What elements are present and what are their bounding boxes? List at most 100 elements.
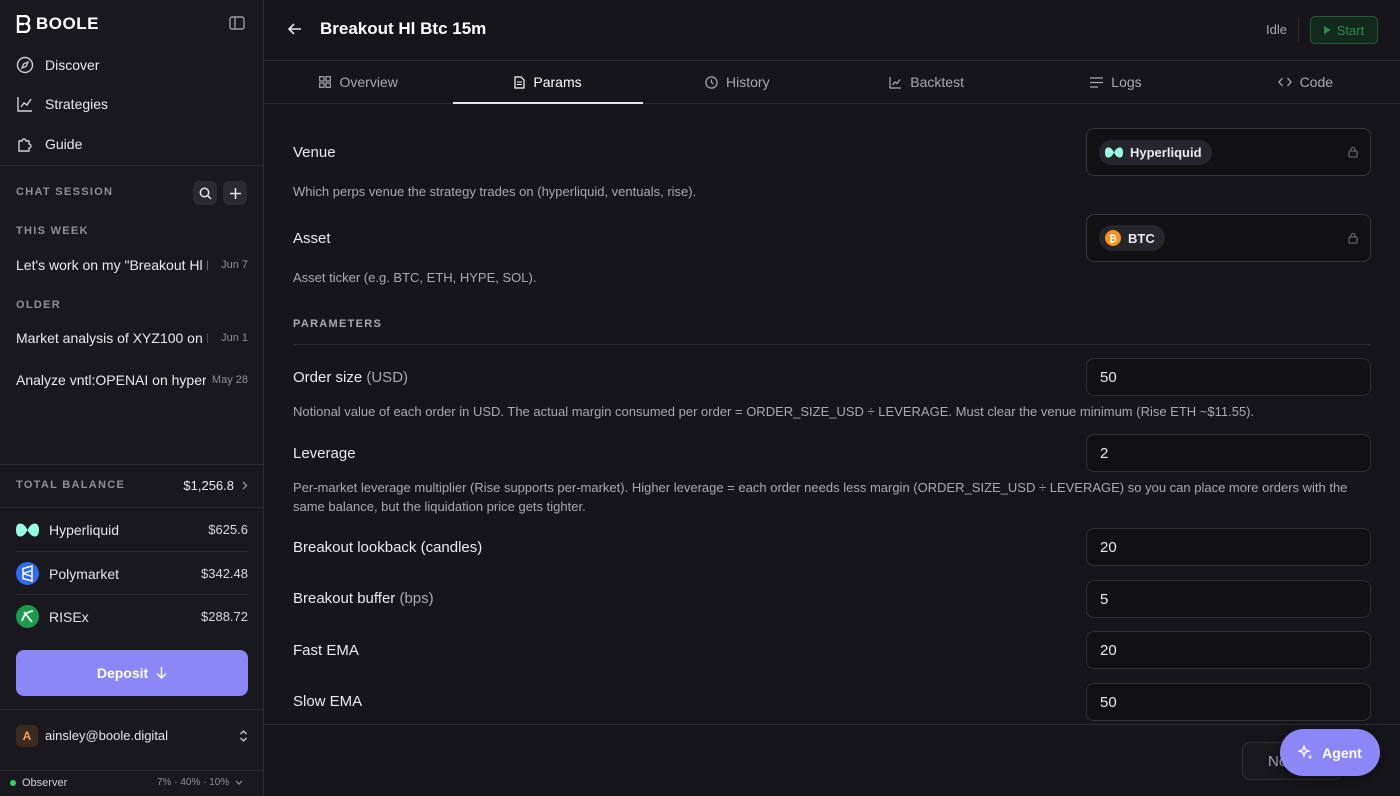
nav-guide-label: Guide [45, 136, 83, 152]
lines-icon [1090, 76, 1104, 88]
agent-label: Agent [1322, 744, 1362, 761]
fast-ema-input[interactable]: 20 [1086, 631, 1371, 669]
tab-code[interactable]: Code [1211, 61, 1400, 103]
venue-label: Venue [293, 144, 336, 161]
code-icon [1277, 77, 1292, 87]
sparkle-icon [1298, 744, 1313, 759]
lock-icon [1348, 146, 1358, 158]
total-balance-row[interactable]: TOTAL BALANCE $1,256.8 [16, 476, 248, 494]
status-badge: Idle [1266, 22, 1287, 37]
account-value: $342.48 [201, 566, 248, 581]
tab-overview[interactable]: Overview [264, 61, 453, 103]
status-mode: Observer [10, 777, 67, 789]
tab-params-label: Params [533, 74, 582, 90]
footer-bar: No [264, 724, 1400, 796]
lookback-input[interactable]: 20 [1086, 528, 1371, 566]
tab-code-label: Code [1299, 74, 1334, 90]
tab-logs[interactable]: Logs [1021, 61, 1210, 103]
chat-group-this-week: THIS WEEK [16, 225, 89, 237]
asset-description: Asset ticker (e.g. BTC, ETH, HYPE, SOL). [293, 270, 537, 285]
nav-guide[interactable]: Guide [16, 135, 82, 153]
divider [0, 770, 264, 771]
search-icon [199, 187, 212, 200]
chat-item[interactable]: Analyze vntl:OPENAI on hyperliquid May 2… [16, 372, 248, 388]
account-risex[interactable]: RISEx $288.72 [16, 605, 248, 628]
asset-value: BTC [1128, 230, 1155, 246]
brand-logo[interactable]: BOOLE [16, 14, 99, 34]
play-icon [1323, 26, 1331, 34]
brand-name: BOOLE [36, 14, 99, 33]
avatar: A [16, 724, 38, 747]
total-balance-value: $1,256.8 [183, 477, 234, 493]
lock-icon [1348, 232, 1358, 244]
page-title: Breakout Hl Btc 15m [320, 19, 487, 38]
account-name: Hyperliquid [49, 521, 120, 538]
fast-ema-label: Fast EMA [293, 642, 359, 659]
user-menu[interactable]: A ainsley@boole.digital [16, 724, 248, 747]
sidebar-collapse-icon[interactable] [229, 15, 245, 31]
tab-params[interactable]: Params [453, 61, 643, 104]
puzzle-icon [18, 138, 32, 152]
chat-item[interactable]: Let's work on my "Breakout Hl Btc 15m" s… [16, 257, 248, 273]
divider [0, 507, 264, 508]
account-name: RISEx [49, 608, 89, 625]
account-value: $288.72 [201, 609, 248, 624]
buffer-input[interactable]: 5 [1086, 580, 1371, 618]
user-email: ainsley@boole.digital [45, 728, 169, 743]
svg-text:₿: ₿ [1109, 233, 1117, 245]
tab-history[interactable]: History [643, 61, 832, 103]
order-size-label-text: Order size [293, 369, 363, 386]
main-panel: Breakout Hl Btc 15m Idle Start Overview … [264, 0, 1400, 796]
chat-item-date: Jun 7 [221, 259, 248, 271]
chat-item[interactable]: Market analysis of XYZ100 on Hyperliquid… [16, 330, 248, 346]
divider [16, 551, 248, 552]
chat-item-title: Analyze vntl:OPENAI on hyperliquid [16, 372, 206, 388]
start-button[interactable]: Start [1310, 16, 1378, 44]
sidebar: BOOLE Discover Strategies Guide CHAT SES… [0, 0, 264, 796]
leverage-input[interactable]: 2 [1086, 434, 1371, 472]
header: Breakout Hl Btc 15m Idle Start [264, 0, 1400, 61]
venue-value: Hyperliquid [1130, 144, 1202, 160]
start-label: Start [1336, 22, 1365, 38]
hyperliquid-icon [16, 523, 39, 536]
nav-discover[interactable]: Discover [16, 56, 99, 74]
status-stats[interactable]: 7% · 40% · 10% [157, 777, 243, 788]
chat-group-older: OLDER [16, 299, 61, 311]
chat-item-date: Jun 1 [221, 332, 248, 344]
chevron-right-icon [242, 481, 248, 489]
nav-discover-label: Discover [45, 57, 100, 73]
tab-backtest[interactable]: Backtest [832, 61, 1021, 103]
document-icon [514, 75, 525, 89]
plus-icon [229, 187, 241, 199]
chat-search-button[interactable] [193, 181, 217, 205]
divider [293, 344, 1371, 345]
asset-label: Asset [293, 230, 331, 247]
slow-ema-input[interactable]: 50 [1086, 683, 1371, 721]
chat-section-label: CHAT SESSION [16, 186, 114, 198]
tab-backtest-label: Backtest [910, 74, 964, 90]
buffer-unit: (bps) [399, 590, 434, 607]
bitcoin-icon: ₿ [1105, 230, 1121, 246]
account-hyperliquid[interactable]: Hyperliquid $625.6 [16, 518, 248, 541]
nav-strategies-label: Strategies [45, 96, 109, 112]
agent-button[interactable]: Agent [1280, 729, 1380, 776]
deposit-button[interactable]: Deposit [16, 650, 248, 696]
total-balance-label: TOTAL BALANCE [16, 479, 126, 491]
order-size-input[interactable]: 50 [1086, 358, 1371, 396]
nav-strategies[interactable]: Strategies [16, 95, 108, 113]
buffer-label-text: Breakout buffer [293, 590, 396, 607]
status-dot [10, 780, 16, 786]
tab-logs-label: Logs [1111, 74, 1142, 90]
order-size-description: Notional value of each order in USD. The… [293, 404, 1255, 419]
back-arrow-icon[interactable] [288, 23, 302, 35]
account-polymarket[interactable]: Polymarket $342.48 [16, 562, 248, 585]
tab-bar: Overview Params History Backtest Logs Co… [264, 61, 1400, 104]
trend-chart-icon [17, 97, 32, 112]
tab-history-label: History [726, 74, 770, 90]
new-chat-button[interactable] [223, 181, 247, 205]
account-name: Polymarket [49, 565, 120, 582]
deposit-label: Deposit [96, 665, 149, 681]
slow-ema-label: Slow EMA [293, 693, 363, 710]
divider [0, 165, 264, 166]
polymarket-icon [16, 562, 39, 585]
